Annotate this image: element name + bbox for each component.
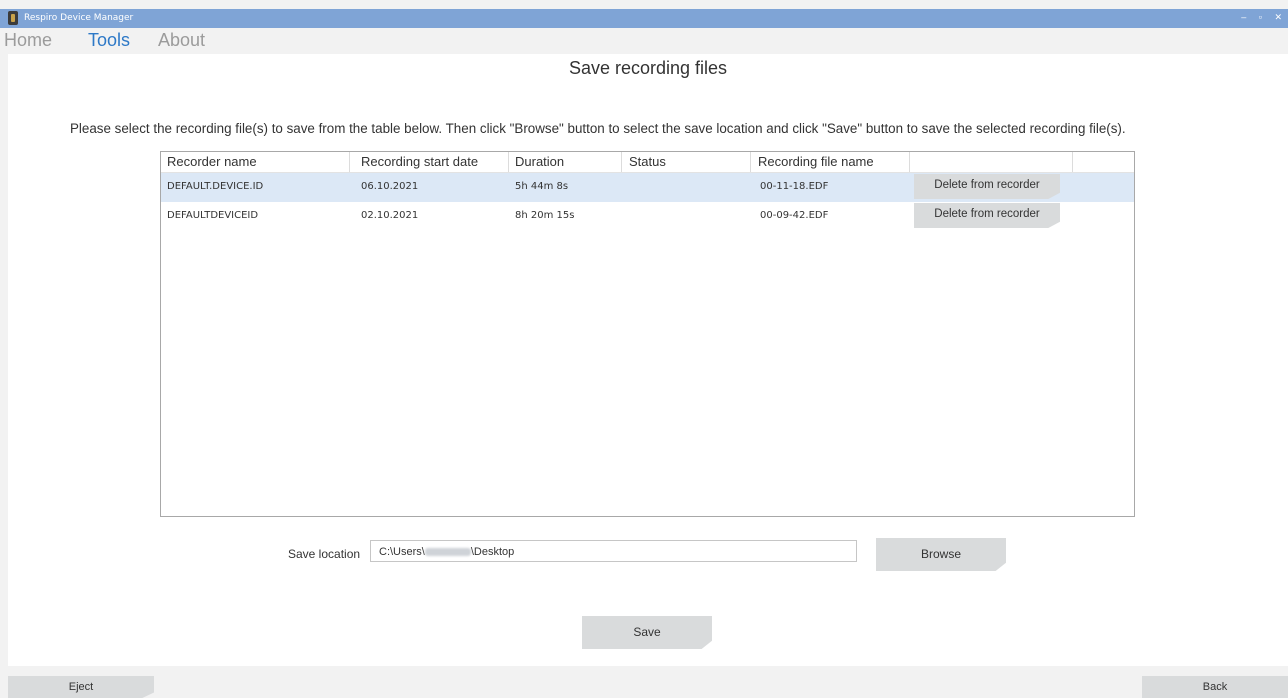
save-location-label: Save location (288, 547, 361, 561)
column-header-duration[interactable]: Duration (515, 154, 564, 169)
menu-tools[interactable]: Tools (88, 30, 130, 51)
cell-file-name: 00-11-18.EDF (760, 181, 829, 192)
window-controls: – ▫ ✕ (1231, 12, 1282, 23)
column-header-start-date[interactable]: Recording start date (361, 154, 478, 169)
window-title: Respiro Device Manager (24, 13, 134, 23)
page-title: Save recording files (568, 58, 728, 78)
redacted-username (424, 548, 471, 557)
cell-recorder-name: DEFAULTDEVICEID (167, 210, 259, 221)
delete-from-recorder-button[interactable]: Delete from recorder (914, 203, 1060, 228)
delete-from-recorder-button[interactable]: Delete from recorder (914, 174, 1060, 199)
main-panel: Save recording files Please select the r… (8, 54, 1288, 666)
cell-duration: 8h 20m 15s (515, 210, 575, 221)
column-header-recorder-name[interactable]: Recorder name (167, 154, 257, 169)
restore-icon[interactable]: ▫ (1259, 12, 1262, 22)
cell-duration: 5h 44m 8s (515, 181, 569, 192)
instructions-text: Please select the recording file(s) to s… (70, 121, 1126, 136)
table-row[interactable]: DEFAULT.DEVICE.ID 06.10.2021 5h 44m 8s 0… (161, 173, 1134, 202)
recordings-table: Recorder name Recording start date Durat… (160, 151, 1135, 517)
save-location-prefix: C:\Users\ (379, 546, 425, 558)
eject-button[interactable]: Eject (8, 676, 154, 698)
minimize-icon[interactable]: – (1241, 12, 1246, 22)
menu-about[interactable]: About (158, 30, 205, 51)
cell-recorder-name: DEFAULT.DEVICE.ID (167, 181, 264, 192)
column-header-file-name[interactable]: Recording file name (758, 154, 874, 169)
back-button[interactable]: Back (1142, 676, 1288, 698)
browse-button[interactable]: Browse (876, 538, 1006, 571)
table-header: Recorder name Recording start date Durat… (161, 152, 1134, 173)
title-bar: Respiro Device Manager – ▫ ✕ (0, 9, 1288, 28)
save-location-suffix: \Desktop (470, 546, 515, 558)
cell-file-name: 00-09-42.EDF (760, 210, 829, 221)
menu-home[interactable]: Home (4, 30, 52, 51)
table-row[interactable]: DEFAULTDEVICEID 02.10.2021 8h 20m 15s 00… (161, 202, 1134, 231)
save-location-field[interactable]: C:\Users\ \Desktop (370, 540, 857, 562)
app-icon (8, 11, 18, 25)
cell-start-date: 02.10.2021 (361, 210, 419, 221)
menu-bar: Home Tools About (0, 30, 1288, 54)
column-header-status[interactable]: Status (629, 154, 666, 169)
save-button[interactable]: Save (582, 616, 712, 649)
close-icon[interactable]: ✕ (1274, 12, 1282, 22)
cell-start-date: 06.10.2021 (361, 181, 419, 192)
